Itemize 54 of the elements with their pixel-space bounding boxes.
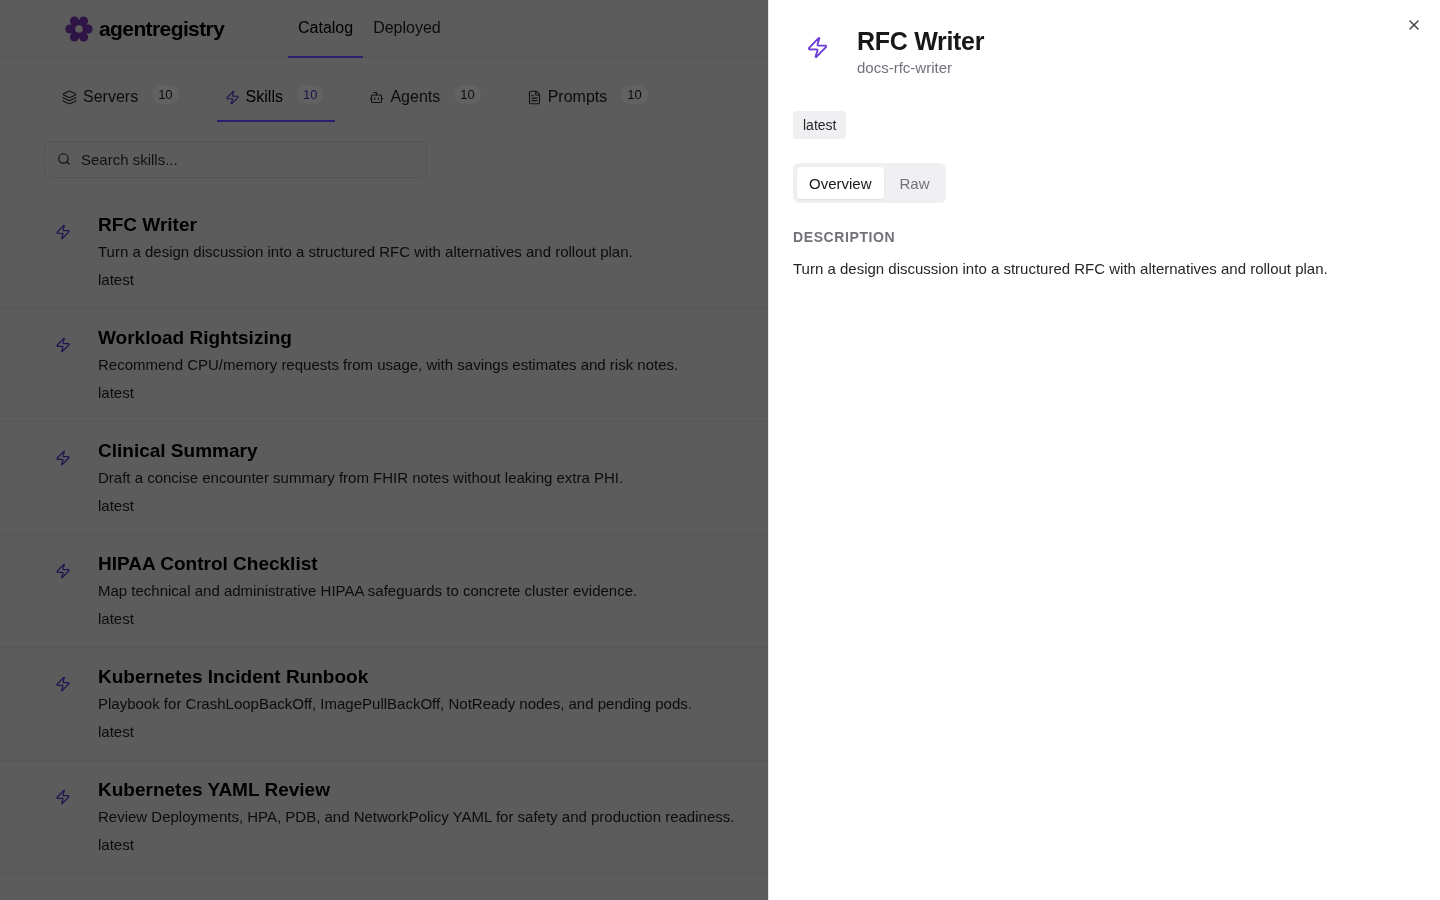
skill-description: Review Deployments, HPA, PDB, and NetworkPolicy YAML for safety and production readiness. (98, 807, 735, 827)
tab-label: Prompts (547, 88, 608, 106)
lightning-icon (55, 337, 71, 353)
lightning-icon (805, 35, 829, 59)
nav-tab[interactable]: Deployed (363, 0, 451, 58)
document-icon (526, 89, 542, 105)
count-badge: 10 (454, 84, 481, 104)
skill-title: RFC Writer (98, 214, 197, 236)
flower-logo-icon (65, 14, 93, 43)
skill-version: latest (98, 383, 134, 403)
layers-icon (62, 89, 77, 105)
robot-icon (369, 89, 385, 105)
description-text: Turn a design discussion into a structured RFC with alternatives and rollout plan. (793, 259, 1328, 279)
lightning-icon (55, 676, 71, 692)
lightning-icon (224, 89, 240, 105)
skill-description: Map technical and administrative HIPAA safeguards to concrete cluster evidence. (98, 581, 638, 601)
lightning-icon (55, 563, 71, 579)
sheet-subtitle: docs-rfc-writer (857, 58, 952, 78)
skill-version: latest (98, 270, 134, 290)
skill-title: HIPAA Control Checklist (98, 553, 318, 575)
category-tab[interactable]: Servers 10 (54, 74, 191, 122)
skill-description: Turn a design discussion into a structured RFC with alternatives and rollout plan. (98, 242, 633, 262)
skill-version: latest (98, 496, 134, 516)
skill-title: Kubernetes Incident Runbook (98, 666, 369, 688)
category-tab[interactable]: Prompts 10 (518, 74, 660, 122)
skill-description: Draft a concise encounter summary from FHIR notes without leaking extra PHI. (98, 468, 624, 488)
skill-title: Kubernetes YAML Review (98, 779, 330, 801)
logo-wordmark: agentregistry (99, 16, 225, 41)
view-tab[interactable]: Overview (797, 167, 884, 199)
search-icon (57, 152, 71, 166)
category-tab[interactable]: Agents 10 (361, 74, 493, 122)
section-heading: DESCRIPTION (793, 228, 896, 246)
search-field[interactable]: Search skills... (44, 141, 427, 178)
version-badge: latest (793, 111, 847, 139)
skill-description: Playbook for CrashLoopBackOff, ImagePullBackOff, NotReady nodes, and pending pods. (98, 694, 692, 714)
skill-description: Recommend CPU/memory requests from usage, with savings estimates and risk notes. (98, 355, 679, 375)
skill-title: Workload Rightsizing (98, 327, 292, 349)
skill-version: latest (98, 609, 134, 629)
count-badge: 10 (152, 84, 179, 104)
tab-label: Agents (390, 88, 441, 106)
tab-label: Skills (245, 88, 283, 106)
lightning-icon (55, 450, 71, 466)
skill-title: Clinical Summary (98, 440, 258, 462)
count-badge: 10 (296, 84, 324, 104)
skill-version: latest (98, 835, 134, 855)
skill-version: latest (98, 722, 134, 742)
lightning-icon (55, 224, 71, 240)
sheet-title: RFC Writer (857, 26, 985, 56)
category-tab[interactable]: Skills 10 (216, 74, 336, 122)
lightning-icon (55, 789, 71, 805)
nav-tab[interactable]: Catalog (288, 0, 364, 58)
count-badge: 10 (621, 84, 648, 104)
tab-label: Servers (83, 88, 139, 106)
view-tab[interactable]: Raw (887, 167, 942, 199)
